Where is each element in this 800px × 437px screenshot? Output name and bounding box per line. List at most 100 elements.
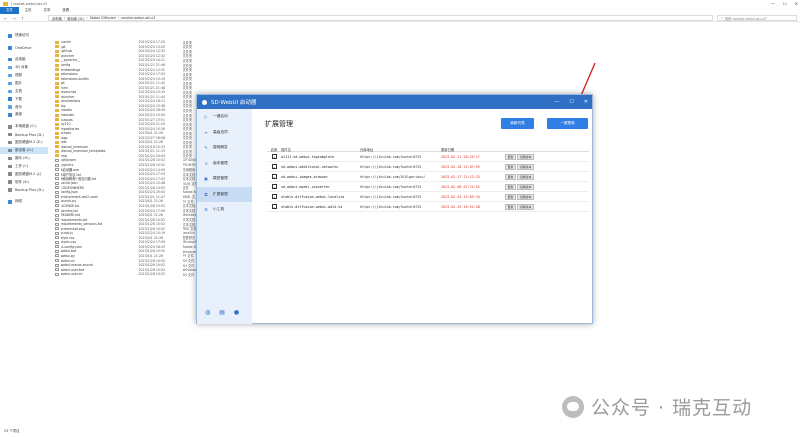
launcher-nav-item[interactable]: ⧉ 扩展管理 [197,186,252,202]
enable-checkbox[interactable]: ✓ [271,184,277,190]
launcher-nav-label: 一键启动 [213,114,228,118]
extension-name: stable-diffusion-webui-localiza [281,194,345,199]
row-actions: 更新 切换版本 [505,173,589,180]
launcher-nav-label: 版本管理 [213,160,228,165]
nav-item-label: 3D 对象 [15,65,29,70]
minimize-icon[interactable]: — [554,99,559,105]
switch-version-button[interactable]: 切换版本 [517,203,535,210]
file-name: webui-user.bat [60,267,85,272]
tab-home[interactable]: 主页 [19,7,38,14]
folder-icon [55,136,59,140]
nav-item[interactable]: 固态硬盘M.2 (J:) [0,170,48,178]
update-button[interactable]: 更新 [505,173,517,180]
nav-item[interactable]: 固态硬盘M.2 (E:) [0,139,48,147]
update-button[interactable]: 更新 [505,153,517,160]
maximize-icon[interactable]: ☐ [569,99,573,105]
update-button[interactable]: 更新 [505,183,517,190]
launcher-nav-item[interactable]: ≡ 高级选项 [197,125,252,140]
folder-icon [55,127,59,131]
breadcrumb-3[interactable]: novelai-webui-aki-v3 [121,16,155,20]
switch-version-button[interactable]: 切换版本 [517,193,535,200]
web-icon[interactable]: ◍ [205,309,210,316]
enable-checkbox[interactable]: ✓ [271,154,277,160]
switch-version-button[interactable]: 切换版本 [517,153,535,160]
enable-checkbox[interactable]: ✓ [271,194,277,200]
folder-icon [55,99,59,103]
file-date: 2023/1/28 10:52 [138,222,166,227]
file-name: launcher [60,94,75,99]
file-icon [55,209,59,212]
nav-item[interactable]: 工作 (I:) [0,162,48,170]
switch-version-button[interactable]: 切换版本 [517,183,535,190]
nav-item[interactable]: 新加卷 (G:) [0,146,48,155]
file-date: 2023/2/24 17:09 [138,240,166,245]
nav-item[interactable]: 文档 [0,87,48,95]
calendar-icon[interactable]: ▤ [219,309,225,316]
nav-item[interactable]: 本地磁盘 (C:) [0,123,48,131]
file-name: py310 [60,122,71,127]
switch-version-button[interactable]: 切换版本 [517,163,535,170]
breadcrumb-2[interactable]: Stable Diffusion [90,16,116,20]
nav-icon: ⚙ [204,207,208,212]
up-icon[interactable]: ↑ [21,16,24,21]
close-icon[interactable]: ✕ [795,1,798,6]
nav-item[interactable]: 3D 对象 [0,64,48,72]
tab-share[interactable]: 共享 [38,7,57,14]
nav-item[interactable]: Backup Plus (D:) [0,186,48,194]
file-name: config [60,63,71,67]
extension-date: 2023-02-24 13:09:34 [441,194,480,199]
enable-checkbox[interactable]: ✓ [271,204,277,210]
enable-checkbox[interactable]: ✓ [271,174,277,180]
nav-item[interactable]: 网络 [0,198,48,206]
nav-item-label: 文档 [15,88,22,93]
bell-icon[interactable]: ● [234,309,239,316]
nav-item[interactable]: 图片 [0,79,48,87]
file-icon [55,181,59,185]
nav-item[interactable]: 软件 (K:) [0,178,48,186]
update-button[interactable]: 更新 [505,203,517,210]
launcher-nav-label: 小工具 [213,207,225,211]
close-icon[interactable]: ✕ [584,99,588,105]
launcher-window-controls: — ☐ ✕ [554,95,588,109]
file-name: styles.csv [60,240,77,245]
forward-icon[interactable]: → [12,16,15,21]
update-button[interactable]: 更新 [505,193,517,200]
launcher-nav-item[interactable]: ⊙ 版本管理 [197,156,252,171]
tab-view[interactable]: 查看 [56,7,75,14]
sidebar-footer: ◍ ▤ ● [205,309,239,316]
switch-version-button[interactable]: 切换版本 [517,173,535,180]
launcher-nav-item[interactable]: ⚙ 小工具 [197,202,252,217]
file-icon [55,172,59,176]
nav-item[interactable]: 快速访问 [0,32,48,40]
file-name: modules [60,113,75,118]
file-icon [55,272,59,276]
nav-item[interactable]: 下载 [0,95,48,103]
launcher-nav-item[interactable]: ▣ 模型管理 [197,171,252,186]
file-name: webui-macos-env.sh [60,263,94,268]
search-input[interactable]: ⌕ 搜索"novelai-webui-aki-v3" [717,15,797,21]
address-bar[interactable]: 此电脑 › 新加卷 (D:) › Stable Diffusion › novelai… [48,15,713,21]
update-all-button[interactable]: 一键更新 [547,118,588,129]
nav-item[interactable]: 此电脑 [0,56,48,64]
refresh-list-button[interactable]: 刷新列表 [501,118,534,129]
minimize-icon[interactable]: — [771,1,775,6]
file-icon [55,245,59,249]
nav-item[interactable]: Backup Plus (D:) [0,131,48,139]
update-button[interactable]: 更新 [505,163,517,170]
folder-icon [55,40,59,44]
breadcrumb-1[interactable]: 新加卷 (D:) [67,16,84,21]
enable-checkbox[interactable]: ✓ [271,164,277,170]
nav-item[interactable]: 音乐 [0,103,48,111]
nav-item[interactable]: OneDrive [0,44,48,52]
maximize-icon[interactable]: ☐ [783,1,787,6]
nav-item[interactable]: 娱乐 (H:) [0,154,48,162]
nav-item-label: 视频 [15,73,22,77]
tab-file[interactable]: 文件 [0,7,19,14]
nav-item[interactable]: 桌面 [0,111,48,119]
nav-item[interactable]: 视频 [0,72,48,80]
back-icon[interactable]: ← [4,16,7,21]
launcher-nav-item[interactable]: ✎ 疑难解答 [197,140,252,155]
launcher-nav-item[interactable]: ▷ 一键启动 [197,109,252,124]
file-name: javascript [60,90,77,95]
breadcrumb-0[interactable]: 此电脑 [52,16,62,21]
